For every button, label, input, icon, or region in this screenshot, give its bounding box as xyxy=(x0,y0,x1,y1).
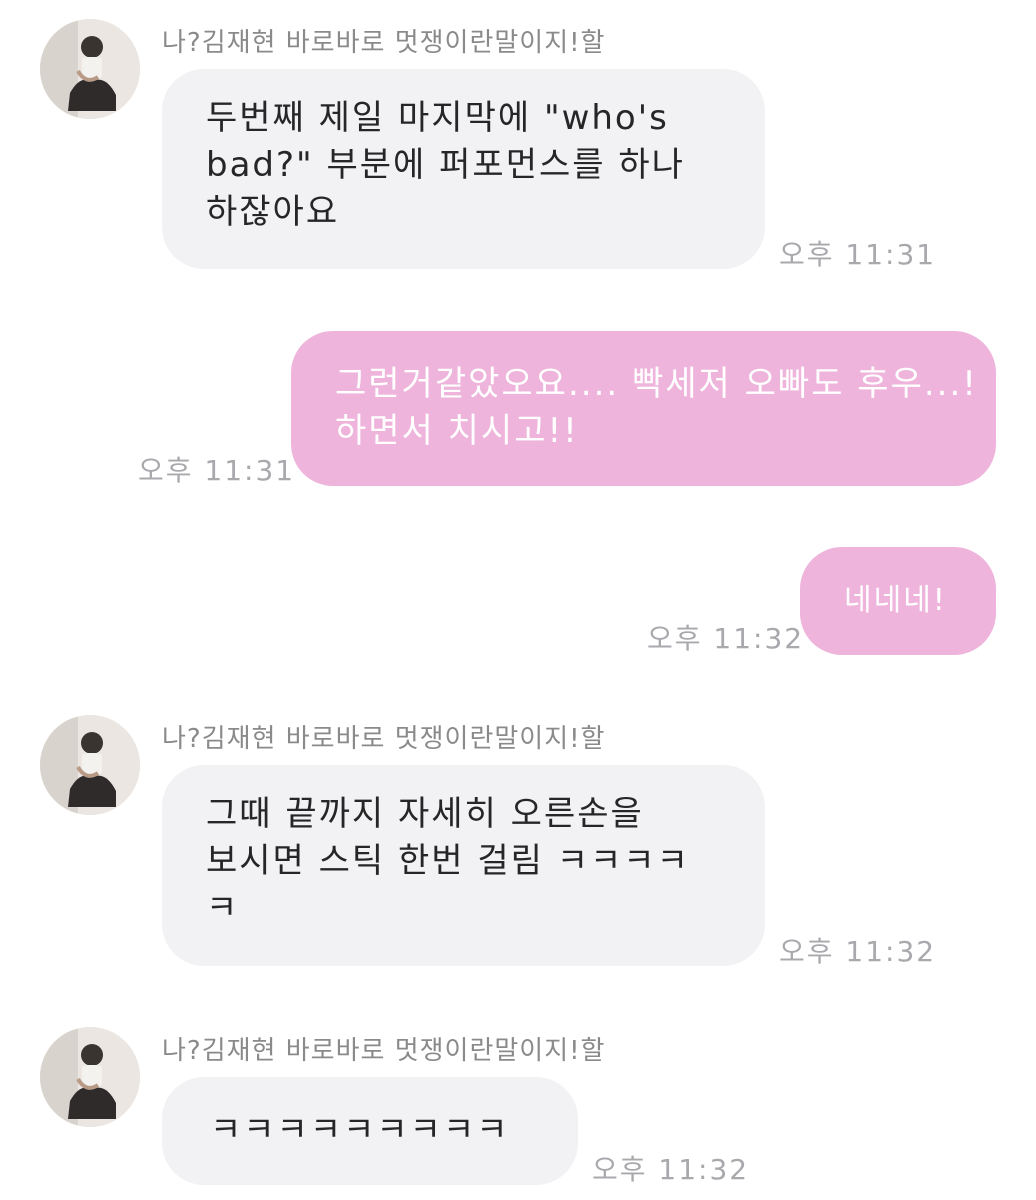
message-line: ㅋ xyxy=(206,888,240,928)
person-photo-icon xyxy=(40,715,140,815)
message-line: 보시면 스틱 한번 걸림 ㅋㅋㅋㅋ xyxy=(206,841,690,881)
message-bubble-received[interactable]: 그때 끝까지 자세히 오른손을 보시면 스틱 한번 걸림 ㅋㅋㅋㅋ ㅋ xyxy=(162,765,765,966)
message-line: 네네네! xyxy=(844,583,947,618)
sender-avatar[interactable] xyxy=(40,1027,140,1127)
sender-name: 나?김재현 바로바로 멋쟁이란말이지!할 xyxy=(162,724,606,754)
sender-name: 나?김재현 바로바로 멋쟁이란말이지!할 xyxy=(162,28,606,58)
sender-name: 나?김재현 바로바로 멋쟁이란말이지!할 xyxy=(162,1036,606,1066)
message-timestamp: 오후 11:32 xyxy=(647,622,805,655)
message-bubble-sent[interactable]: 네네네! xyxy=(800,547,996,655)
message-line: ㅋㅋㅋㅋㅋㅋㅋㅋㅋ xyxy=(210,1110,510,1150)
message-timestamp: 오후 11:31 xyxy=(779,238,937,271)
sender-avatar[interactable] xyxy=(40,19,140,119)
message-bubble-sent[interactable]: 그런거같았오요.... 빡세저 오빠도 후우...! 하면서 치시고!! xyxy=(291,331,996,486)
message-line: 하잖아요 xyxy=(206,192,340,232)
message-line: bad?" 부분에 퍼포먼스를 하나 xyxy=(206,145,685,185)
person-photo-icon xyxy=(40,1027,140,1127)
sender-avatar[interactable] xyxy=(40,715,140,815)
message-line: 하면서 치시고!! xyxy=(335,411,579,451)
message-bubble-received[interactable]: 두번째 제일 마지막에 "who's bad?" 부분에 퍼포먼스를 하나 하잖… xyxy=(162,69,765,269)
message-bubble-received[interactable]: ㅋㅋㅋㅋㅋㅋㅋㅋㅋ xyxy=(162,1077,578,1185)
message-line: 두번째 제일 마지막에 "who's xyxy=(206,98,669,138)
person-photo-icon xyxy=(40,19,140,119)
message-timestamp: 오후 11:31 xyxy=(138,454,296,487)
message-line: 그런거같았오요.... 빡세저 오빠도 후우...! xyxy=(335,364,978,404)
message-line: 그때 끝까지 자세히 오른손을 xyxy=(206,794,644,834)
message-timestamp: 오후 11:32 xyxy=(592,1153,750,1186)
message-timestamp: 오후 11:32 xyxy=(779,935,937,968)
